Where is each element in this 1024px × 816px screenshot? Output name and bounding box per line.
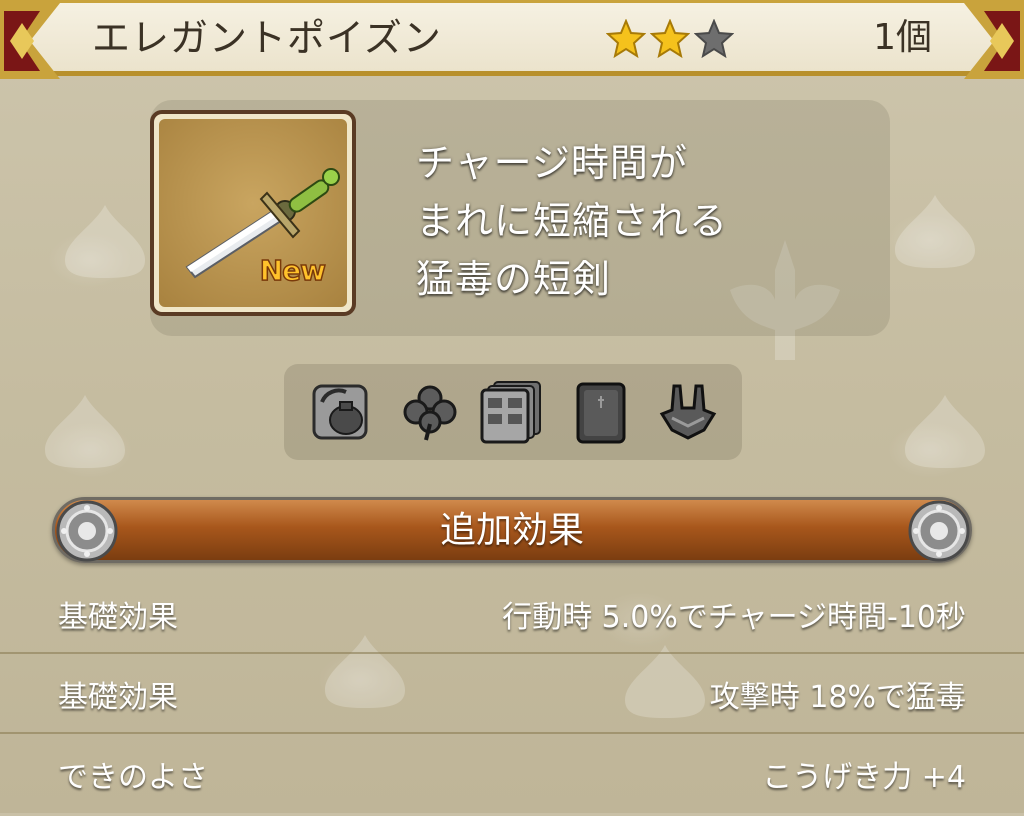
ornament-knob-icon — [56, 500, 118, 562]
drawer-cards-icon[interactable] — [478, 378, 546, 446]
header-corner-ornament-icon — [0, 3, 60, 79]
effect-label: 基礎効果 — [58, 680, 178, 715]
slime-watermark-icon — [905, 395, 985, 468]
effect-label: 基礎効果 — [58, 600, 178, 635]
effect-value: こうげき力 +4 — [762, 760, 966, 795]
row-divider — [0, 732, 1024, 734]
bag-refresh-icon[interactable] — [306, 378, 374, 446]
slime-watermark-icon — [65, 205, 145, 278]
row-divider — [0, 652, 1024, 654]
description-line: チャージ時間が — [416, 141, 688, 185]
effect-label: できのよさ — [58, 760, 208, 795]
slime-watermark-icon — [45, 395, 125, 468]
description-line: まれに短縮される — [416, 199, 729, 243]
star-empty-icon — [694, 19, 734, 59]
header-corner-ornament-icon — [964, 3, 1024, 79]
star-filled-icon — [650, 19, 690, 59]
effect-row: できのよさ こうげき力 +4 — [0, 738, 1024, 816]
item-icon-frame[interactable]: New — [150, 110, 356, 316]
effect-row: 基礎効果 行動時 5.0%でチャージ時間-10秒 — [0, 578, 1024, 656]
ornament-knob-icon — [908, 500, 970, 562]
additional-effects-header-bar: 追加効果 — [52, 497, 972, 563]
item-header: エレガントポイズン 1個 — [0, 0, 1024, 79]
rarity-stars — [606, 19, 734, 59]
item-name: エレガントポイズン — [92, 16, 442, 60]
effect-value: 行動時 5.0%でチャージ時間-10秒 — [502, 600, 966, 635]
clover-icon[interactable] — [396, 378, 464, 446]
item-count: 1個 — [873, 17, 932, 58]
star-filled-icon — [606, 19, 646, 59]
book-icon[interactable] — [568, 378, 636, 446]
slime-watermark-icon — [895, 195, 975, 268]
description-line: 猛毒の短剣 — [416, 257, 612, 301]
effect-row: 基礎効果 攻撃時 18%で猛毒 — [0, 658, 1024, 736]
effect-value: 攻撃時 18%で猛毒 — [709, 680, 966, 715]
item-description: チャージ時間が まれに短縮される 猛毒の短剣 — [416, 134, 728, 308]
new-badge: New — [259, 253, 327, 288]
armor-icon[interactable] — [654, 378, 722, 446]
effects-header-title: 追加効果 — [439, 510, 584, 551]
